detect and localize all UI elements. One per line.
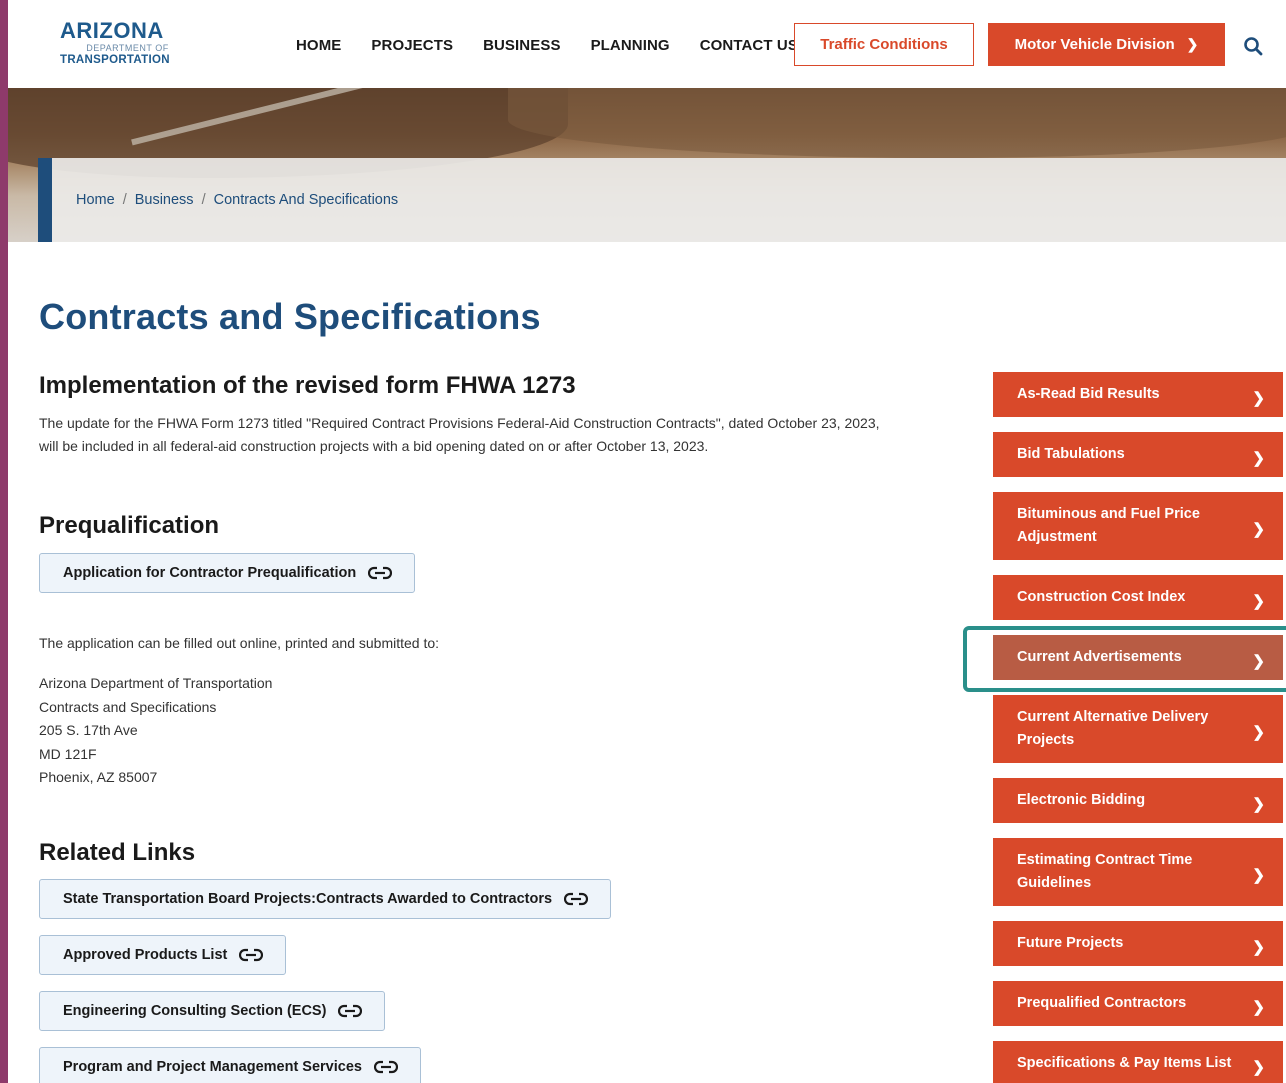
chevron-right-icon: ❯ (1252, 1058, 1265, 1076)
chevron-right-icon: ❯ (1252, 938, 1265, 956)
traffic-conditions-label: Traffic Conditions (820, 36, 948, 53)
mailing-address: Arizona Department of Transportation Con… (39, 672, 272, 790)
adot-logo[interactable]: ARIZONA DEPARTMENT OF TRANSPORTATION (60, 20, 200, 70)
sidebar-item-label: Prequalified Contractors (1017, 995, 1187, 1011)
chevron-right-icon: ❯ (1252, 389, 1265, 407)
sidebar-item-label: Future Projects (1017, 935, 1124, 951)
page: ARIZONA DEPARTMENT OF TRANSPORTATION HOM… (8, 0, 1286, 1083)
fhwa-heading: Implementation of the revised form FHWA … (39, 372, 576, 399)
prequal-note: The application can be filled out online… (39, 635, 440, 651)
nav-contact-us[interactable]: CONTACT US (700, 37, 798, 54)
nav-business[interactable]: BUSINESS (483, 37, 561, 54)
site-header: ARIZONA DEPARTMENT OF TRANSPORTATION HOM… (8, 4, 1286, 88)
hero-landscape (508, 88, 1286, 158)
breadcrumb-current: Contracts And Specifications (213, 192, 399, 208)
chevron-right-icon: ❯ (1252, 795, 1265, 813)
chevron-right-icon: ❯ (1252, 449, 1265, 467)
link-label: Application for Contractor Prequalificat… (63, 565, 357, 581)
address-line: 205 S. 17th Ave (39, 722, 138, 738)
address-line: Arizona Department of Transportation (39, 675, 273, 691)
link-label: State Transportation Board Projects:Cont… (63, 891, 553, 907)
sidebar-item-estimating-contract-time[interactable]: Estimating Contract Time Guidelines ❯ (993, 838, 1283, 906)
sidebar-item-label: Specifications & Pay Items List (1017, 1055, 1232, 1071)
link-label: Engineering Consulting Section (ECS) (63, 1003, 327, 1019)
breadcrumb-home[interactable]: Home (76, 192, 115, 208)
breadcrumb: Home / Business / Contracts And Specificatio… (76, 192, 398, 208)
chevron-right-icon: ❯ (1252, 724, 1265, 741)
breadcrumb-panel: Home / Business / Contracts And Specificatio… (38, 158, 1286, 242)
breadcrumb-separator: / (201, 192, 206, 208)
nav-projects[interactable]: PROJECTS (371, 37, 453, 54)
address-line: Phoenix, AZ 85007 (39, 769, 158, 785)
sidebar-item-prequalified-contractors[interactable]: Prequalified Contractors ❯ (993, 981, 1283, 1026)
sidebar-item-bid-tabulations[interactable]: Bid Tabulations ❯ (993, 432, 1283, 477)
link-icon (373, 1060, 398, 1074)
contractor-prequalification-link[interactable]: Application for Contractor Prequalificat… (39, 553, 416, 593)
sidebar-item-specifications-pay-items[interactable]: Specifications & Pay Items List ❯ (993, 1041, 1283, 1083)
motor-vehicle-division-button[interactable]: Motor Vehicle Division ❯ (988, 23, 1225, 66)
main-nav: HOME PROJECTS BUSINESS PLANNING CONTACT … (296, 37, 828, 54)
chevron-right-icon: ❯ (1252, 998, 1265, 1016)
link-icon (368, 566, 393, 580)
chevron-right-icon: ❯ (1252, 521, 1265, 538)
prequalification-heading: Prequalification (39, 512, 220, 539)
logo-line3: TRANSPORTATION (60, 54, 170, 66)
nav-home[interactable]: HOME (296, 37, 341, 54)
sidebar-item-label: As-Read Bid Results (1017, 386, 1160, 402)
related-links-heading: Related Links (39, 839, 196, 866)
related-link-project-management[interactable]: Program and Project Management Services (39, 1047, 421, 1083)
page-title: Contracts and Specifications (39, 296, 541, 337)
nav-planning[interactable]: PLANNING (591, 37, 670, 54)
search-icon[interactable] (1243, 36, 1263, 56)
link-label: Approved Products List (63, 947, 228, 963)
address-line: Contracts and Specifications (39, 698, 217, 715)
sidebar-item-label: Estimating Contract Time Guidelines (1017, 852, 1193, 891)
related-link-transportation-board[interactable]: State Transportation Board Projects:Cont… (39, 879, 612, 919)
sidebar-item-alternative-delivery[interactable]: Current Alternative Delivery Projects ❯ (993, 695, 1283, 763)
chevron-right-icon: ❯ (1186, 36, 1199, 52)
logo-line1: ARIZONA (60, 18, 164, 43)
sidebar-item-label: Electronic Bidding (1017, 792, 1146, 808)
focus-outline (963, 626, 1286, 692)
sidebar-item-electronic-bidding[interactable]: Electronic Bidding ❯ (993, 778, 1283, 823)
breadcrumb-business[interactable]: Business (135, 192, 194, 208)
address-line: MD 121F (39, 745, 97, 762)
link-label: Program and Project Management Services (63, 1059, 362, 1075)
chevron-right-icon: ❯ (1252, 592, 1265, 610)
mvd-label: Motor Vehicle Division (1014, 36, 1175, 53)
fhwa-body-line1: The update for the FHWA Form 1273 titled… (39, 415, 880, 431)
sidebar-item-future-projects[interactable]: Future Projects ❯ (993, 921, 1283, 966)
related-link-engineering-consulting[interactable]: Engineering Consulting Section (ECS) (39, 991, 386, 1031)
sidebar-item-label: Bituminous and Fuel Price Adjustment (1017, 506, 1200, 545)
sidebar-item-label: Bid Tabulations (1017, 446, 1125, 462)
link-icon (564, 892, 589, 906)
link-icon (239, 948, 264, 962)
sidebar-item-construction-cost-index[interactable]: Construction Cost Index ❯ (993, 575, 1283, 620)
link-icon (338, 1004, 363, 1018)
chevron-right-icon: ❯ (1252, 867, 1265, 884)
sidebar-item-label: Construction Cost Index (1017, 589, 1186, 605)
traffic-conditions-button[interactable]: Traffic Conditions (794, 23, 974, 66)
sidebar-item-label: Current Alternative Delivery Projects (1017, 709, 1209, 748)
breadcrumb-separator: / (122, 192, 127, 208)
sidebar-item-as-read-bid-results[interactable]: As-Read Bid Results ❯ (993, 372, 1283, 417)
logo-line2: DEPARTMENT OF (86, 43, 169, 53)
fhwa-body-line2: will be included in all federal-aid cons… (39, 438, 709, 454)
sidebar-item-bituminous-fuel[interactable]: Bituminous and Fuel Price Adjustment ❯ (993, 492, 1283, 560)
related-link-approved-products[interactable]: Approved Products List (39, 935, 287, 975)
hero-banner: Home / Business / Contracts And Specificatio… (8, 88, 1286, 242)
